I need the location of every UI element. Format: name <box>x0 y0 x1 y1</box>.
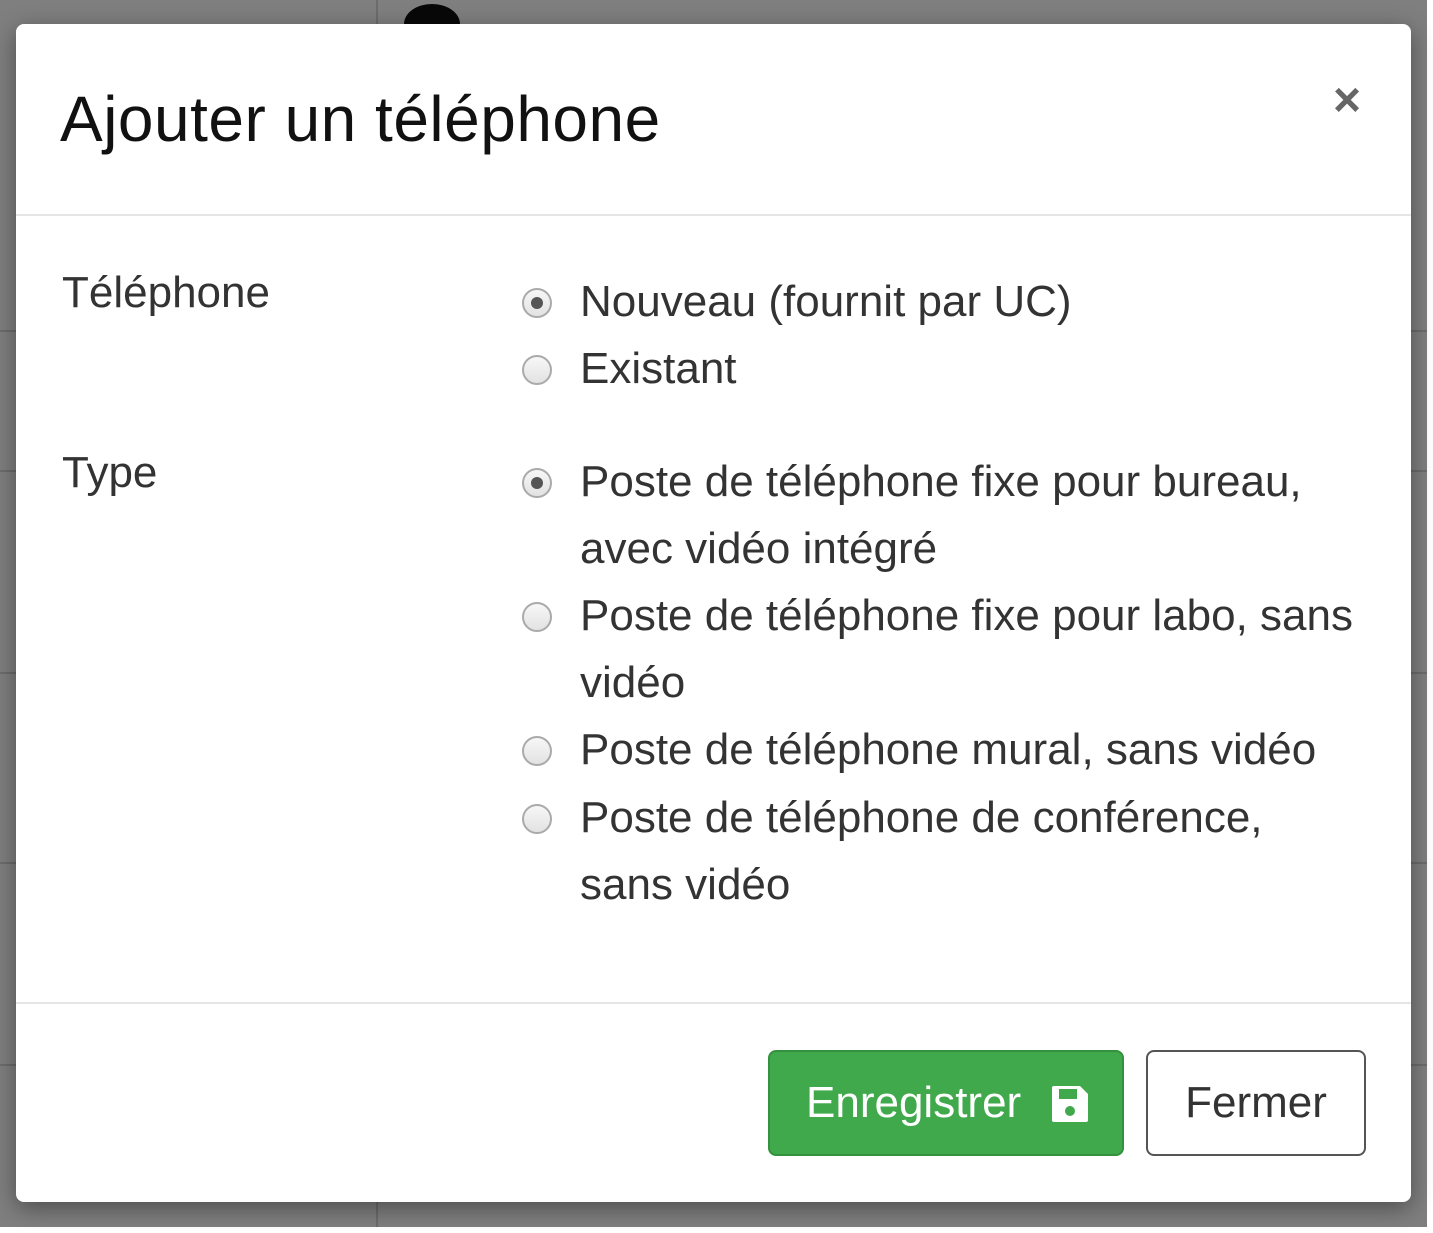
add-phone-dialog: Ajouter un téléphone × Téléphone Nouveau… <box>16 24 1411 1202</box>
save-button-label: Enregistrer <box>806 1078 1022 1127</box>
type-label: Type <box>62 448 158 497</box>
modal-footer: Enregistrer Fermer <box>16 1002 1411 1204</box>
modal-header: Ajouter un téléphone × <box>16 24 1411 216</box>
radio-button[interactable] <box>522 288 552 318</box>
radio-label: Nouveau (fournit par UC) <box>580 277 1072 326</box>
radio-label: Poste de téléphone fixe pour bureau, ave… <box>580 457 1302 573</box>
radio-label: Poste de téléphone de conférence, sans v… <box>580 793 1263 909</box>
save-button[interactable]: Enregistrer <box>768 1050 1124 1156</box>
radio-button[interactable] <box>522 355 552 385</box>
page-edge <box>0 1227 1433 1233</box>
radio-label: Poste de téléphone mural, sans vidéo <box>580 725 1317 774</box>
floppy-disk-icon <box>1052 1086 1088 1122</box>
telephone-label: Téléphone <box>62 268 270 317</box>
modal-title: Ajouter un téléphone <box>60 83 661 155</box>
radio-button[interactable] <box>522 602 552 632</box>
radio-label: Existant <box>580 344 737 393</box>
close-icon[interactable]: × <box>1320 74 1374 128</box>
close-button[interactable]: Fermer <box>1146 1050 1366 1156</box>
radio-label: Poste de téléphone fixe pour labo, sans … <box>580 591 1353 707</box>
page-edge <box>1427 0 1433 1233</box>
modal-body: Téléphone Nouveau (fournit par UC) Exist… <box>16 216 1411 1002</box>
radio-button[interactable] <box>522 804 552 834</box>
radio-button[interactable] <box>522 468 552 498</box>
radio-button[interactable] <box>522 736 552 766</box>
